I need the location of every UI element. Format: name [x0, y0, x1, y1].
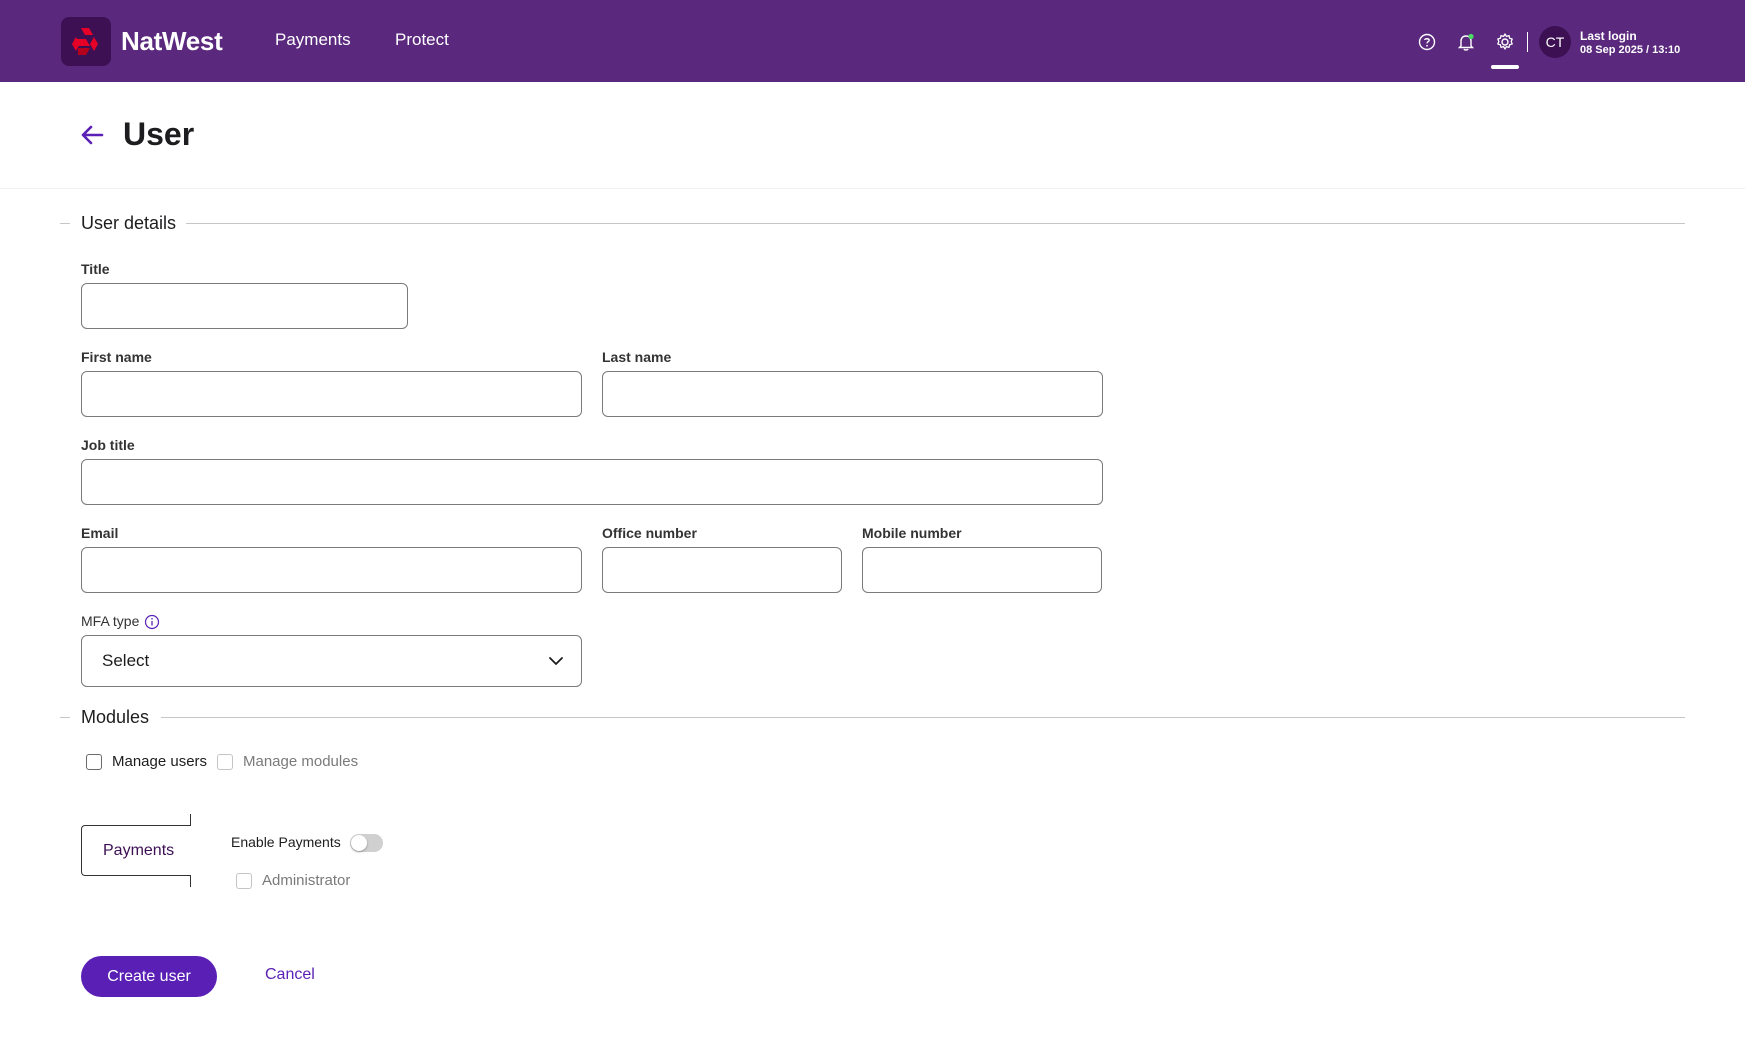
create-user-button[interactable]: Create user [81, 956, 217, 997]
modules-heading: Modules [81, 707, 150, 727]
manage-modules-label: Manage modules [243, 753, 359, 770]
section-rule [161, 717, 1685, 718]
mfa-type-label: MFA type [81, 613, 140, 629]
settings-gear-icon[interactable] [1494, 31, 1516, 53]
section-rule [186, 223, 1685, 224]
title-input[interactable] [81, 283, 408, 329]
header-divider [1527, 32, 1528, 52]
user-avatar[interactable]: CT [1539, 26, 1571, 58]
title-divider [0, 188, 1745, 189]
job-title-label: Job title [81, 437, 135, 453]
administrator-option[interactable]: Administrator [236, 872, 350, 889]
tab-bracket [190, 875, 191, 887]
help-icon[interactable] [1416, 31, 1438, 53]
nav-protect[interactable]: Protect [395, 30, 449, 50]
last-login-label: Last login [1580, 29, 1637, 43]
section-tick [60, 717, 70, 718]
office-number-label: Office number [602, 525, 697, 541]
manage-users-label: Manage users [112, 753, 208, 770]
first-name-input[interactable] [81, 371, 582, 417]
enable-payments-toggle[interactable] [350, 834, 383, 852]
page-title: User [123, 116, 195, 152]
back-arrow-icon[interactable] [80, 122, 106, 148]
tab-bracket [190, 814, 191, 826]
top-navigation-bar: NatWest Payments Protect CT Last login 0… [0, 0, 1745, 82]
mfa-type-value: Select [102, 651, 150, 670]
email-label: Email [81, 525, 119, 541]
natwest-logo[interactable] [61, 17, 111, 66]
payments-module-tab[interactable]: Payments [81, 825, 191, 876]
last-name-input[interactable] [602, 371, 1103, 417]
section-tick [60, 223, 70, 224]
administrator-checkbox[interactable] [236, 872, 252, 889]
last-login-time: 08 Sep 2025 / 13:10 [1580, 44, 1681, 56]
mobile-number-label: Mobile number [862, 525, 962, 541]
last-name-label: Last name [602, 349, 672, 365]
user-details-heading: User details [81, 213, 177, 233]
mfa-type-select[interactable]: Select [81, 635, 582, 687]
manage-users-checkbox[interactable] [86, 753, 102, 770]
manage-users-option[interactable]: Manage users [86, 753, 207, 770]
toggle-knob [351, 835, 367, 851]
natwest-logo-icon [72, 27, 98, 55]
job-title-input[interactable] [81, 459, 1103, 505]
administrator-label: Administrator [262, 872, 351, 889]
email-input[interactable] [81, 547, 582, 593]
info-icon[interactable] [144, 614, 160, 630]
payments-tab-label: Payments [103, 842, 175, 859]
title-label: Title [81, 261, 110, 277]
active-settings-indicator [1491, 65, 1519, 69]
cancel-link[interactable]: Cancel [265, 966, 315, 984]
manage-modules-option[interactable]: Manage modules [217, 753, 358, 770]
enable-payments-label: Enable Payments [231, 834, 341, 850]
bell-icon[interactable] [1455, 31, 1477, 53]
first-name-label: First name [81, 349, 152, 365]
brand-name[interactable]: NatWest [121, 26, 223, 57]
office-number-input[interactable] [602, 547, 842, 593]
nav-payments[interactable]: Payments [275, 30, 351, 50]
notification-dot [1468, 33, 1474, 40]
manage-modules-checkbox[interactable] [217, 753, 233, 770]
mobile-number-input[interactable] [862, 547, 1102, 593]
chevron-down-icon [549, 657, 563, 665]
